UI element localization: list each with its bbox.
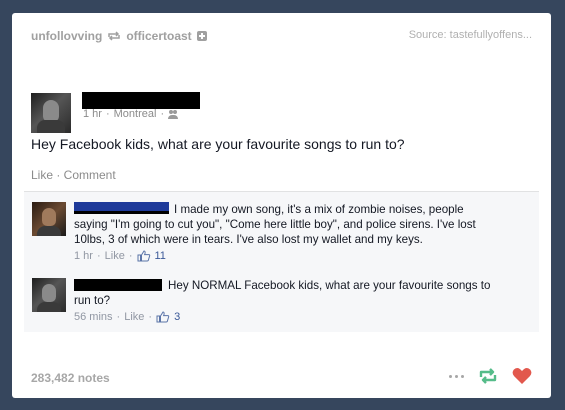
poster-avatar	[31, 93, 71, 133]
post-meta: 1 hr · Montreal ·	[83, 108, 179, 120]
notes-count[interactable]: 283,482 notes	[31, 371, 110, 385]
redacted-name	[82, 92, 200, 109]
reblog-icon[interactable]	[478, 368, 498, 384]
comment-like-button[interactable]: Like	[124, 311, 144, 323]
post-time[interactable]: 1 hr	[83, 108, 102, 120]
comment-text-line: saying "I'm going to cut you", "Come her…	[74, 218, 476, 231]
comment-like-count[interactable]: 11	[155, 250, 166, 262]
redacted-commenter-name	[74, 279, 162, 291]
comment-text: I made my own song, it's a mix of zombie…	[174, 203, 464, 216]
comments-section: I made my own song, it's a mix of zombie…	[24, 191, 539, 332]
post-text: Hey Facebook kids, what are your favouri…	[31, 136, 405, 152]
heart-like-icon[interactable]	[512, 367, 532, 385]
post-card: unfollovving officertoast Source: tastef…	[12, 13, 551, 398]
follow-plus-icon[interactable]	[196, 31, 207, 41]
post-controls	[449, 367, 532, 385]
friends-icon	[168, 109, 179, 119]
thumbs-up-icon	[156, 311, 170, 323]
post-actions[interactable]: Like · Comment	[31, 168, 116, 182]
post-header: unfollovving officertoast Source: tastef…	[31, 29, 532, 45]
source-link[interactable]: Source: tastefullyoffens...	[409, 29, 532, 41]
commenter-avatar	[32, 202, 66, 236]
more-options-icon[interactable]	[449, 374, 464, 378]
comment-like-count[interactable]: 3	[174, 311, 180, 323]
comment-time[interactable]: 56 mins	[74, 311, 113, 323]
comment-text: Hey NORMAL Facebook kids, what are your …	[168, 279, 491, 292]
post-location[interactable]: Montreal	[114, 108, 157, 120]
comment-text-line: 10lbs, 3 of which were in tears. I've al…	[74, 233, 423, 246]
reblog-small-icon	[108, 31, 121, 41]
comment-time[interactable]: 1 hr	[74, 250, 93, 262]
original-poster-link[interactable]: officertoast	[126, 29, 191, 43]
redacted-commenter-name	[74, 202, 169, 214]
thumbs-up-icon	[137, 250, 150, 262]
comment-like-button[interactable]: Like	[105, 250, 125, 262]
comment-meta: 56 mins · Like · 3	[74, 311, 181, 323]
reblogger-link[interactable]: unfollovving	[31, 29, 102, 43]
reblog-trail: unfollovving officertoast	[31, 29, 207, 43]
comment-meta: 1 hr · Like · 11	[74, 250, 166, 262]
commenter-avatar	[32, 278, 66, 312]
comment-text-line: run to?	[74, 294, 111, 307]
